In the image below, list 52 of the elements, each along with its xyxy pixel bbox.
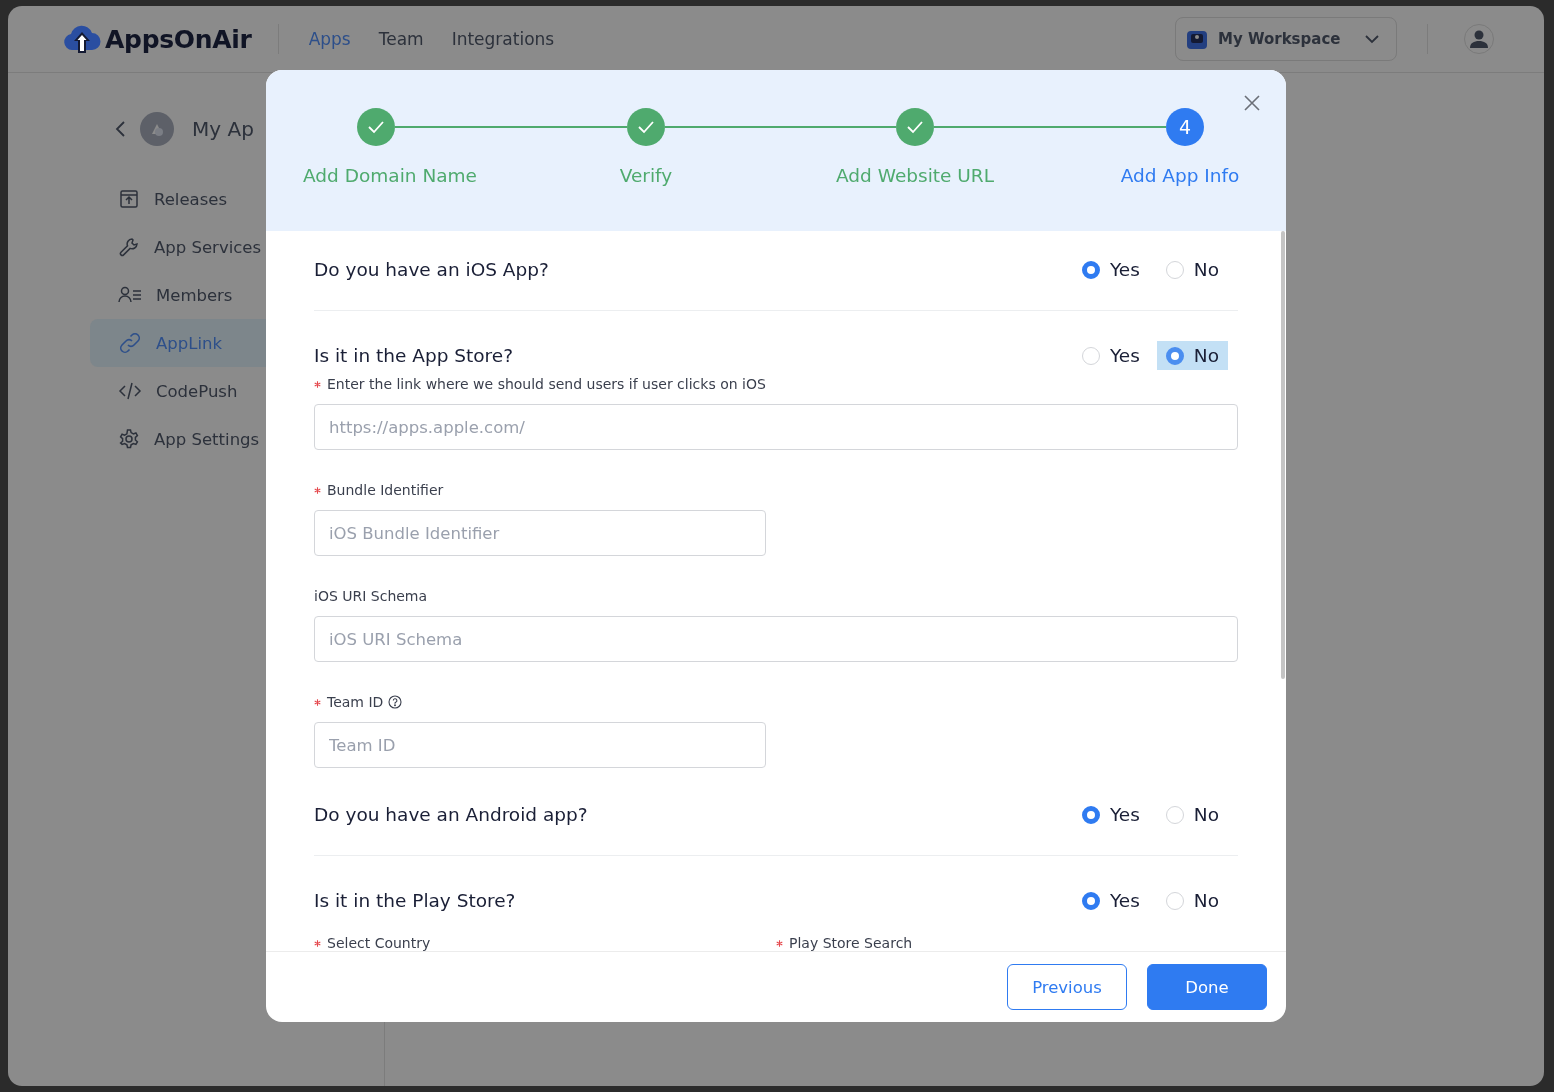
radio-option[interactable]: No xyxy=(1156,886,1228,915)
brand-name: AppsOnAir xyxy=(105,24,252,54)
app-avatar-icon xyxy=(140,112,174,146)
briefcase-icon xyxy=(1186,28,1208,50)
wrench-icon xyxy=(118,236,140,258)
nav-tab[interactable]: Apps xyxy=(300,23,369,55)
question-text: Is it in the Play Store? xyxy=(314,890,516,911)
check-icon xyxy=(906,120,924,134)
close-icon[interactable] xyxy=(1244,95,1260,111)
field-label: Bundle Identifier xyxy=(327,482,444,498)
check-icon xyxy=(637,120,655,134)
field-label: Enter the link where we should send users if user clicks on iOS xyxy=(327,376,766,392)
field-label: Play Store Search xyxy=(789,935,913,951)
check-icon xyxy=(367,120,385,134)
previous-button[interactable]: Previous xyxy=(1007,964,1127,1010)
chevron-down-icon xyxy=(1364,34,1380,44)
app-name: My Ap xyxy=(192,117,254,141)
question-text: Do you have an Android app? xyxy=(314,804,588,825)
radio-option[interactable]: Yes xyxy=(1072,886,1149,915)
question-text: Do you have an iOS App? xyxy=(314,259,549,280)
radio-option[interactable]: Yes xyxy=(1072,255,1149,284)
done-button[interactable]: Done xyxy=(1147,964,1267,1010)
radio-button[interactable] xyxy=(1081,891,1100,910)
upload-box-icon xyxy=(118,188,140,210)
step-label: Add Website URL xyxy=(836,165,994,186)
step-label: Verify xyxy=(619,165,673,186)
logo-icon xyxy=(63,24,101,54)
radio-option[interactable]: Yes xyxy=(1072,800,1149,829)
radio-option[interactable]: Yes xyxy=(1072,341,1149,370)
nav-tab[interactable]: Team xyxy=(370,23,442,55)
radio-option[interactable]: No xyxy=(1156,341,1228,370)
radio-option[interactable]: No xyxy=(1156,255,1228,284)
text-field[interactable]: iOS Bundle Identifier xyxy=(314,510,766,556)
step-label: Add Domain Name xyxy=(303,165,477,186)
field-label: Select Country xyxy=(327,935,431,951)
radio-option[interactable]: No xyxy=(1156,800,1228,829)
code-icon xyxy=(118,380,142,402)
step-indicator: 4 xyxy=(1166,108,1204,146)
link-icon xyxy=(118,332,142,354)
field-label: Team ID xyxy=(327,694,384,710)
back-icon[interactable] xyxy=(114,120,126,138)
text-field[interactable]: Team ID xyxy=(314,722,766,768)
settings-icon xyxy=(118,428,140,450)
workspace-dropdown[interactable]: My Workspace xyxy=(1175,17,1397,61)
text-field[interactable]: https://apps.apple.com/ xyxy=(314,404,1238,450)
nav-tab[interactable]: Integrations xyxy=(443,23,573,55)
user-icon xyxy=(1469,29,1489,49)
step-label: Add App Info xyxy=(1120,165,1240,186)
text-field[interactable]: iOS URI Schema xyxy=(314,616,1238,662)
radio-button[interactable] xyxy=(1081,260,1100,279)
field-label: iOS URI Schema xyxy=(314,588,428,604)
radio-button[interactable] xyxy=(1081,805,1100,824)
